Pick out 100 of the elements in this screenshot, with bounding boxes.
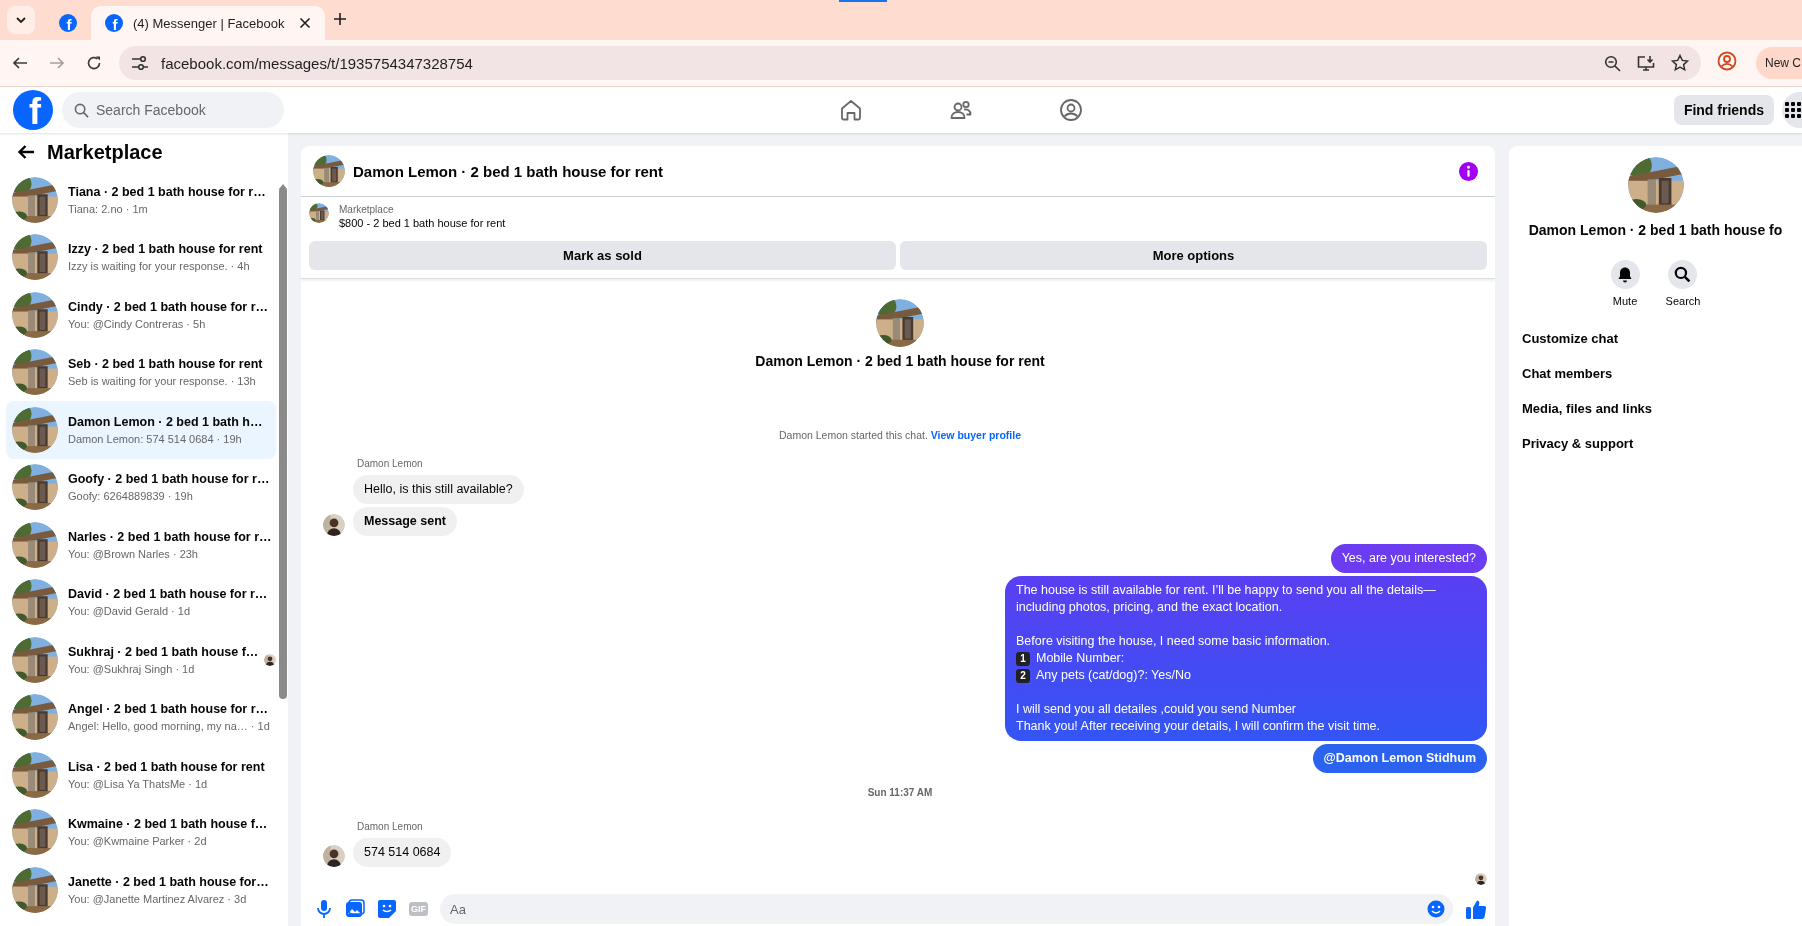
conversation-preview: You: @Cindy Contreras · 5h bbox=[68, 316, 207, 332]
conversation-item[interactable]: Lisa · 2 bed 1 bath house for rent You: @Lisa Ya ThatsMe · 1d bbox=[6, 746, 276, 804]
bookmark-star-icon[interactable] bbox=[1671, 54, 1689, 72]
install-app-icon[interactable] bbox=[1637, 54, 1655, 72]
conversation-title: Seb · 2 bed 1 bath house for rent bbox=[68, 356, 264, 374]
chat-title: Damon Lemon · 2 bed 1 bath house for rent bbox=[353, 162, 665, 180]
conversation-preview: Angel: Hello, good morning, my na… · 1d bbox=[68, 719, 271, 735]
listing-title: $800 - 2 bed 1 bath house for rent bbox=[339, 216, 506, 231]
conversation-title: Izzy · 2 bed 1 bath house for rent bbox=[68, 241, 264, 259]
menu-icon bbox=[1784, 101, 1802, 119]
emoji-icon[interactable] bbox=[1427, 900, 1445, 918]
profile-icon[interactable] bbox=[1059, 98, 1083, 122]
message-text: I will send you all detailes ,could you send Number bbox=[1016, 701, 1297, 718]
menu-item[interactable]: Media, files and links bbox=[1522, 391, 1802, 426]
microphone-icon[interactable] bbox=[315, 899, 333, 919]
conversation-preview: You: @Janette Martinez Alvarez · 3d bbox=[68, 891, 248, 907]
menu-item[interactable]: Privacy & support bbox=[1522, 426, 1802, 461]
message-text: The house is still available for rent. I’ll be happy to send you all the details—including photos, pricing, and the exact location. bbox=[1016, 582, 1437, 616]
conversation-preview: You: @Brown Narles · 23h bbox=[68, 546, 199, 562]
browser-tab[interactable]: f bbox=[45, 6, 91, 40]
listing-label: Marketplace bbox=[339, 203, 395, 216]
message-bubble: 574 514 0684 bbox=[353, 838, 452, 867]
conversation-item[interactable]: Seb · 2 bed 1 bath house for rent Seb is waiting for your response. · 13h bbox=[6, 343, 276, 401]
friends-icon[interactable] bbox=[949, 98, 973, 122]
back-arrow-icon[interactable] bbox=[17, 144, 35, 160]
conversation-item[interactable]: Cindy · 2 bed 1 bath house for r… You: @Cindy Contreras · 5h bbox=[6, 286, 276, 344]
conversation-item[interactable]: Janette · 2 bed 1 bath house for… You: @Janette Martinez Alvarez · 3d bbox=[6, 861, 276, 919]
search-icon bbox=[74, 103, 89, 118]
conversation-item[interactable]: Damon Lemon · 2 bed 1 bath h… Damon Lemon: 574 514 0684 · 19h bbox=[6, 401, 276, 459]
conversation-title: Angel · 2 bed 1 bath house for r… bbox=[68, 701, 270, 719]
contact-name: Damon Lemon · 2 bed 1 bath house fo bbox=[1528, 222, 1783, 238]
conversation-preview: Damon Lemon: 574 514 0684 · 19h bbox=[68, 431, 243, 447]
conversation-title: Cindy · 2 bed 1 bath house for r… bbox=[68, 298, 270, 316]
contact-name: Damon Lemon · 2 bed 1 bath house for rent bbox=[755, 353, 1045, 369]
search-field[interactable]: Search Facebook bbox=[62, 92, 284, 128]
conversation-item[interactable]: Angel · 2 bed 1 bath house for r… Angel: Hello, good morning, my na… · 1d bbox=[6, 688, 276, 746]
conversation-item[interactable]: Tiana · 2 bed 1 bath house for r… Tiana: 2.no · 1m bbox=[6, 171, 276, 229]
menu-item[interactable]: Chat members bbox=[1522, 356, 1802, 391]
conversation-preview: You: @Kwmaine Parker · 2d bbox=[68, 834, 208, 850]
message-text: Thank you! After receiving your details, I will confirm the visit time. bbox=[1016, 718, 1382, 735]
find-friends-button[interactable]: Find friends bbox=[1673, 95, 1774, 125]
sender-name: Damon Lemon bbox=[357, 821, 424, 832]
conversation-item[interactable]: Kwmaine · 2 bed 1 bath house f… You: @Kwmaine Parker · 2d bbox=[6, 803, 276, 861]
browser-tab[interactable]: f (4) Messenger | Facebook bbox=[91, 6, 325, 40]
zoom-out-icon[interactable] bbox=[1604, 54, 1621, 72]
number-badge: 2 bbox=[1016, 668, 1030, 683]
reload-icon[interactable] bbox=[86, 55, 102, 71]
message-bubble: Message sent bbox=[353, 507, 457, 536]
conversation-preview: Tiana: 2.no · 1m bbox=[68, 201, 149, 217]
address-bar[interactable]: facebook.com/messages/t/1935754347328754 bbox=[119, 46, 1701, 80]
conversation-title: Janette · 2 bed 1 bath house for… bbox=[68, 873, 270, 891]
menu-button[interactable] bbox=[1782, 92, 1802, 128]
new-chrome-button[interactable]: New C bbox=[1756, 47, 1802, 79]
conversation-preview: Seb is waiting for your response. · 13h bbox=[68, 374, 257, 390]
conversation-item[interactable]: David · 2 bed 1 bath house for r… You: @David Gerald · 1d bbox=[6, 573, 276, 631]
sender-name: Damon Lemon bbox=[357, 458, 424, 469]
back-icon[interactable] bbox=[12, 55, 28, 71]
conversation-preview: Izzy is waiting for your response. · 4h bbox=[68, 259, 251, 275]
menu-item[interactable]: Customize chat bbox=[1522, 321, 1802, 356]
tab-search-button[interactable] bbox=[7, 6, 35, 34]
profile-icon[interactable] bbox=[1717, 51, 1737, 71]
listing-action-button[interactable]: Mark as sold bbox=[309, 241, 896, 270]
conversation-title: Narles · 2 bed 1 bath house for r… bbox=[68, 528, 272, 546]
conversation-item[interactable]: Narles · 2 bed 1 bath house for r… You: @Brown Narles · 23h bbox=[6, 516, 276, 574]
conversation-preview: You: @Sukhraj Singh · 1d bbox=[68, 661, 196, 677]
scrollbar-thumb[interactable] bbox=[279, 187, 287, 699]
message-bubble: @Damon Lemon Stidhum bbox=[1312, 744, 1487, 773]
site-settings-icon[interactable] bbox=[131, 55, 149, 71]
number-badge: 1 bbox=[1016, 651, 1030, 666]
facebook-logo[interactable]: f bbox=[59, 14, 77, 32]
conversation-title: David · 2 bed 1 bath house for r… bbox=[68, 586, 269, 604]
home-icon[interactable] bbox=[839, 98, 863, 122]
message-text: Before visiting the house, I need some basic information. bbox=[1016, 633, 1332, 650]
conversation-title: Sukhraj · 2 bed 1 bath house f… bbox=[68, 643, 260, 661]
chevron-down-icon bbox=[15, 14, 27, 26]
listing-action-button[interactable]: More options bbox=[900, 241, 1487, 270]
thumbs-up-icon[interactable] bbox=[1465, 898, 1487, 920]
conversation-item[interactable]: Izzy · 2 bed 1 bath house for rent Izzy is waiting for your response. · 4h bbox=[6, 228, 276, 286]
conversation-title: Tiana · 2 bed 1 bath house for r… bbox=[68, 183, 267, 201]
close-icon[interactable] bbox=[299, 17, 311, 29]
conversation-title: Damon Lemon · 2 bed 1 bath h… bbox=[68, 413, 264, 431]
facebook-logo[interactable]: f bbox=[13, 90, 53, 130]
image-icon[interactable] bbox=[345, 899, 365, 919]
sidebar-title: Marketplace bbox=[47, 140, 163, 164]
info-icon[interactable] bbox=[1459, 161, 1478, 181]
message-text: Mobile Number: bbox=[1036, 650, 1125, 667]
message-text: Any pets (cat/dog)?: Yes/No bbox=[1036, 667, 1191, 684]
message-field[interactable]: Aa bbox=[440, 894, 1453, 924]
conversation-item[interactable]: Goofy · 2 bed 1 bath house for r… Goofy: 6264889839 · 19h bbox=[6, 458, 276, 516]
message-bubble: Hello, is this still available? bbox=[353, 475, 524, 504]
buyer-profile-link[interactable]: View buyer profile bbox=[930, 429, 1021, 441]
conversation-title: Kwmaine · 2 bed 1 bath house f… bbox=[68, 816, 269, 834]
message-bubble: Yes, are you interested? bbox=[1330, 544, 1487, 573]
conversation-preview: You: @David Gerald · 1d bbox=[68, 604, 192, 620]
tab-indicator bbox=[839, 0, 887, 2]
chat-start-note: Damon Lemon started this chat. View buyer profile bbox=[778, 429, 1022, 441]
sticker-icon[interactable] bbox=[377, 899, 397, 919]
facebook-logo[interactable]: f bbox=[105, 14, 123, 32]
conversation-item[interactable]: Sukhraj · 2 bed 1 bath house f… You: @Sukhraj Singh · 1d bbox=[6, 631, 276, 689]
new-tab-icon[interactable] bbox=[333, 12, 347, 26]
